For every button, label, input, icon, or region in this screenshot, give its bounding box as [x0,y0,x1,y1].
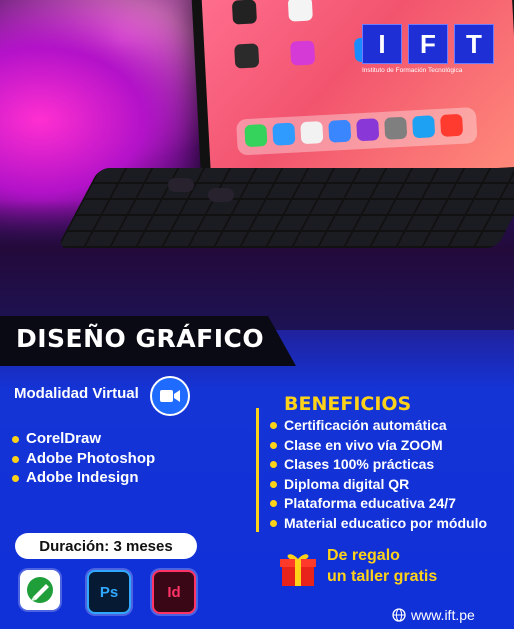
benefits-list: Certificación automática Clase en vivo v… [270,416,487,533]
globe-icon [392,608,406,622]
logo-letter: F [408,24,448,64]
tablet-dock [236,107,478,156]
duration-pill: Duración: 3 meses [15,533,197,559]
list-item: CorelDraw [12,429,155,449]
bullet-icon [270,441,277,449]
benefits-divider [256,408,259,532]
list-item: Plataforma educativa 24/7 [270,494,487,514]
bullet-icon [270,519,277,527]
list-item: Diploma digital QR [270,475,487,495]
benefits-title: BENEFICIOS [284,393,412,415]
list-item: Clase en vivo vía ZOOM [270,436,487,456]
coreldraw-icon [20,570,60,610]
list-item: Clases 100% prácticas [270,455,487,475]
bullet-icon [12,436,19,443]
list-item: Material educatico por módulo [270,514,487,534]
promo-poster: I F T Instituto de Formación Tecnológica… [0,0,514,629]
photoshop-icon: Ps [87,570,131,614]
list-item: Certificación automática [270,416,487,436]
ift-logo: I F T Instituto de Formación Tecnológica [362,24,494,74]
logo-tagline: Instituto de Formación Tecnológica [362,67,463,74]
bullet-icon [270,461,277,468]
bullet-icon [270,422,277,429]
logo-letter: I [362,24,402,64]
gift-line-2: un taller gratis [327,568,438,585]
gift-message: De regalo un taller gratis [327,545,437,587]
list-item: Adobe Indesign [12,468,155,488]
earbud-right [208,188,234,202]
earbud-left [168,178,194,192]
gift-line-1: De regalo [327,547,400,564]
list-item: Adobe Photoshop [12,449,155,469]
indesign-icon: Id [152,570,196,614]
logo-letter: T [454,24,494,64]
bullet-icon [12,475,19,482]
website[interactable]: www.ift.pe [392,607,475,623]
website-url[interactable]: www.ift.pe [411,607,475,623]
course-title: DISEÑO GRÁFICO [16,324,265,353]
keyboard-image [56,168,514,248]
gift-icon [278,548,318,588]
modalidad-label: Modalidad Virtual [14,385,139,402]
bullet-icon [12,455,19,463]
bullet-icon [270,480,277,488]
video-camera-icon [150,376,190,416]
software-list: CorelDraw Adobe Photoshop Adobe Indesign [12,429,155,488]
bullet-icon [270,500,277,507]
